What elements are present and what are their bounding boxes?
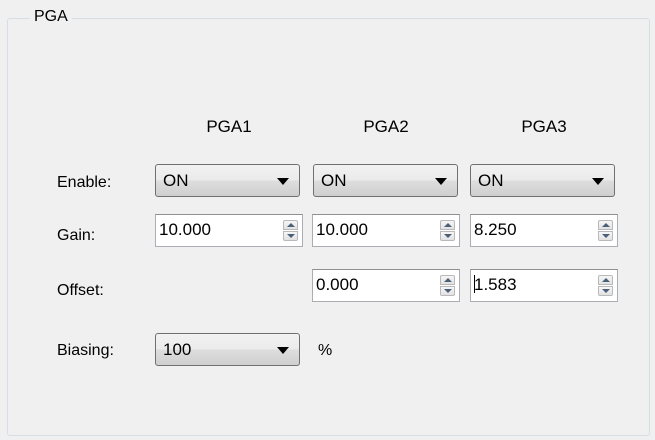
increment-button[interactable] (283, 220, 298, 230)
arrow-down-icon (287, 234, 295, 238)
enable-label: Enable: (57, 174, 112, 191)
pga3-gain-value: 8.250 (474, 220, 517, 239)
pga3-enable-value: ON (478, 171, 504, 190)
column-header-pga3: PGA3 (521, 117, 567, 136)
decrement-button[interactable] (440, 286, 455, 296)
pga2-gain-stepper[interactable]: 10.000 (312, 214, 460, 247)
pga-panel: PGA PGA1 PGA2 PGA3 Enable: ON ON ON Gain… (0, 0, 655, 440)
arrow-up-icon (602, 223, 610, 227)
column-header-pga1: PGA1 (206, 117, 252, 136)
arrow-down-icon (602, 234, 610, 238)
pga2-enable-value: ON (321, 171, 347, 190)
biasing-dropdown[interactable]: 100 (155, 333, 300, 366)
chevron-down-icon (277, 178, 289, 185)
biasing-unit: % (318, 342, 333, 359)
chevron-down-icon (435, 178, 447, 185)
biasing-value: 100 (163, 340, 192, 359)
pga3-enable-dropdown[interactable]: ON (470, 164, 615, 197)
pga1-enable-value: ON (163, 171, 189, 190)
pga3-gain-stepper[interactable]: 8.250 (470, 214, 618, 247)
increment-button[interactable] (598, 275, 613, 285)
decrement-button[interactable] (283, 231, 298, 241)
offset-label: Offset: (57, 282, 104, 299)
biasing-label: Biasing: (57, 342, 114, 359)
increment-button[interactable] (440, 220, 455, 230)
pga3-offset-stepper[interactable]: 1.583 (470, 269, 618, 302)
chevron-down-icon (592, 178, 604, 185)
pga1-gain-stepper[interactable]: 10.000 (155, 214, 303, 247)
pga3-offset-value: 1.583 (474, 275, 517, 294)
pga2-offset-stepper[interactable]: 0.000 (312, 269, 460, 302)
increment-button[interactable] (598, 220, 613, 230)
decrement-button[interactable] (598, 286, 613, 296)
pga2-offset-value: 0.000 (316, 275, 359, 294)
pga2-gain-value: 10.000 (316, 220, 368, 239)
arrow-up-icon (287, 223, 295, 227)
decrement-button[interactable] (598, 231, 613, 241)
arrow-up-icon (602, 278, 610, 282)
arrow-up-icon (444, 278, 452, 282)
arrow-down-icon (444, 289, 452, 293)
decrement-button[interactable] (440, 231, 455, 241)
arrow-down-icon (444, 234, 452, 238)
gain-label: Gain: (57, 227, 96, 244)
pga3-offset-value-wrap: 1.583 (474, 275, 517, 295)
column-header-pga2: PGA2 (363, 117, 409, 136)
pga2-enable-dropdown[interactable]: ON (313, 164, 458, 197)
arrow-down-icon (602, 289, 610, 293)
pga1-enable-dropdown[interactable]: ON (155, 164, 300, 197)
increment-button[interactable] (440, 275, 455, 285)
pga1-gain-value: 10.000 (159, 220, 211, 239)
group-title: PGA (30, 7, 72, 27)
chevron-down-icon (277, 347, 289, 354)
arrow-up-icon (444, 223, 452, 227)
